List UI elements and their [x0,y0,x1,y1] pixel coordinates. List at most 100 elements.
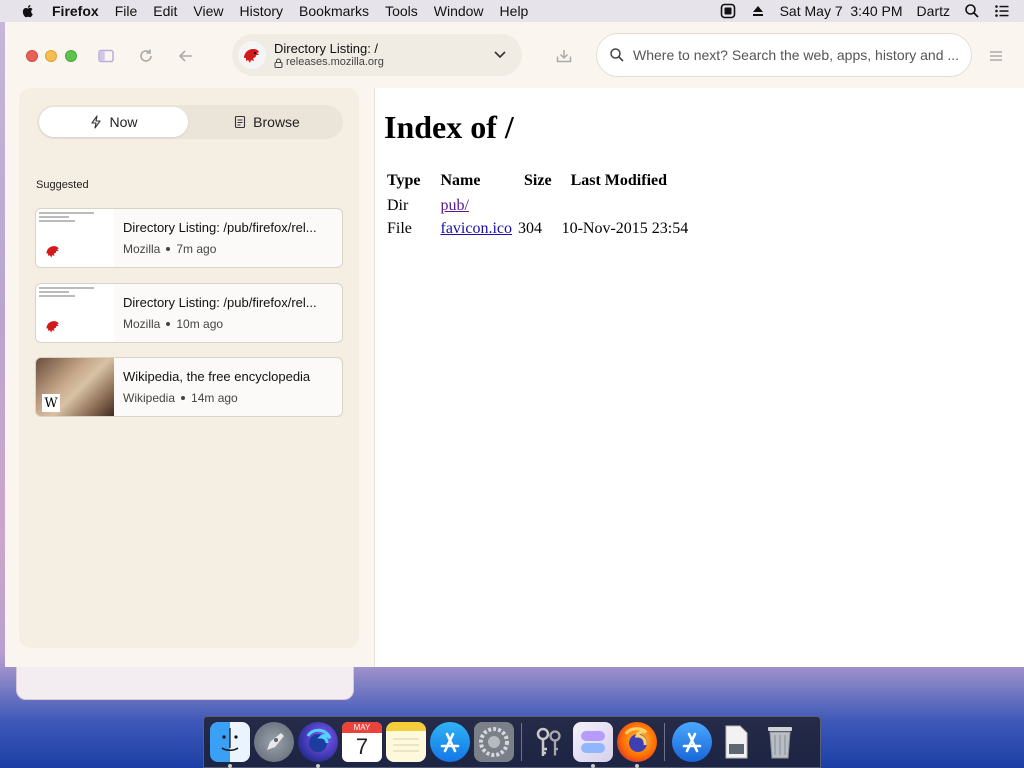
close-window-button[interactable] [26,50,38,62]
app-store-icon[interactable] [430,722,470,762]
cell-modified: 10-Nov-2015 23:54 [561,220,689,237]
search-icon [610,48,624,62]
link-pub[interactable]: pub/ [440,197,468,214]
trash-icon[interactable] [760,722,800,762]
chevron-down-icon[interactable] [492,46,508,62]
menu-bookmarks[interactable]: Bookmarks [299,3,369,19]
page-content: Index of / Type Name Size Last Modified … [374,88,1024,667]
column-header-size: Size [524,172,552,189]
tab-now[interactable]: Now [39,107,188,137]
menu-user[interactable]: Dartz [917,3,950,19]
separator-dot [181,396,186,400]
menu-history[interactable]: History [239,3,283,19]
lightning-icon [91,115,102,129]
tab-domain: releases.mozilla.org [286,56,384,69]
link-favicon[interactable]: favicon.ico [440,220,512,237]
apple-menu-icon[interactable] [20,3,36,19]
eject-icon[interactable] [750,3,766,19]
table-row: File favicon.ico 304 10-Nov-2015 23:54 [385,217,690,240]
mozilla-favicon-icon [238,41,266,69]
directory-table: Type Name Size Last Modified Dir pub/ Fi… [385,170,690,240]
launchpad-icon[interactable] [254,722,294,762]
dock: MAY 7 [203,716,821,768]
column-header-type: Type [387,172,421,189]
background-window[interactable] [16,664,354,700]
page-thumbnail [36,209,114,267]
sidebar-panel: Now Browse Suggested Directory Listing: … [19,88,359,648]
card-time: 14m ago [191,391,238,405]
hamburger-menu-icon [990,51,1002,61]
back-button[interactable] [174,44,198,68]
card-source: Mozilla [123,317,161,331]
calendar-icon[interactable]: MAY 7 [342,722,382,762]
control-center-icon[interactable] [994,3,1010,19]
mozilla-favicon-icon [46,246,59,258]
maximize-window-button[interactable] [65,50,77,62]
browser-window: Directory Listing: / releases.mozilla.or… [5,22,1024,667]
shortcuts-icon[interactable] [573,722,613,768]
suggested-card[interactable]: Directory Listing: /pub/firefox/rel... M… [35,208,343,268]
sidebar-segmented-control: Now Browse [37,105,343,139]
mozilla-favicon-icon [46,321,59,333]
calendar-day: 7 [355,734,369,759]
cell-size [514,194,554,217]
menu-view[interactable]: View [193,3,223,19]
menu-help[interactable]: Help [500,3,529,19]
calendar-month: MAY [342,722,382,733]
card-title: Directory Listing: /pub/firefox/rel... [123,220,317,235]
page-heading: Index of / [384,109,514,145]
browser-toolbar: Directory Listing: / releases.mozilla.or… [5,22,1024,88]
cell-type: File [387,220,412,237]
menu-bar-status: Sat May 7 3:40 PM Dartz [720,0,1010,22]
firefox-nightly-icon[interactable] [298,722,338,768]
column-header-modified: Last Modified [570,172,668,189]
menu-clock[interactable]: Sat May 7 3:40 PM [780,3,903,19]
tab-title: Directory Listing: / [274,40,379,56]
card-title: Directory Listing: /pub/firefox/rel... [123,295,317,310]
tab-browse[interactable]: Browse [192,107,341,137]
spotlight-search-icon[interactable] [964,3,980,19]
notes-icon[interactable] [386,722,426,762]
search-input[interactable] [633,47,963,63]
search-bar[interactable] [596,33,972,77]
tab-browse-label: Browse [253,114,300,130]
cell-type: Dir [387,197,409,214]
card-time: 7m ago [176,242,217,256]
menu-file[interactable]: File [115,3,138,19]
card-source: Wikipedia [123,391,176,405]
system-preferences-icon[interactable] [474,722,514,762]
card-title: Wikipedia, the free encyclopedia [123,369,311,384]
minimize-window-button[interactable] [45,50,57,62]
menu-tools[interactable]: Tools [385,3,418,19]
running-indicator [591,764,595,768]
document-icon [235,115,246,129]
separator-dot [166,247,171,251]
table-header-row: Type Name Size Last Modified [385,170,690,194]
menu-button[interactable] [984,44,1008,68]
downloads-button[interactable] [552,44,576,68]
suggested-card[interactable]: W Wikipedia, the free encyclopedia Wikip… [35,357,343,417]
document-file-icon[interactable] [716,722,756,762]
lock-icon [274,58,283,68]
sidebar-toggle-button[interactable] [94,44,118,68]
suggested-card[interactable]: Directory Listing: /pub/firefox/rel... M… [35,283,343,343]
menu-edit[interactable]: Edit [153,3,177,19]
tab-now-label: Now [109,114,138,130]
table-row: Dir pub/ [385,194,690,217]
app-store-downloads-icon[interactable] [672,722,712,762]
cell-modified [554,194,691,217]
sidebar-icon [98,49,114,63]
keychain-access-icon[interactable] [529,722,569,762]
finder-icon[interactable] [210,722,250,768]
menu-window[interactable]: Window [434,3,484,19]
current-tab-pill[interactable]: Directory Listing: / releases.mozilla.or… [232,34,522,76]
firefox-icon[interactable] [617,722,657,768]
menu-app-firefox[interactable]: Firefox [52,3,99,19]
cast-icon[interactable] [720,3,736,19]
reload-button[interactable] [134,44,158,68]
running-indicator [635,764,639,768]
column-header-name: Name [440,172,481,189]
dock-separator [664,723,665,761]
page-thumbnail: W [36,358,114,416]
arrow-left-icon [178,50,192,62]
